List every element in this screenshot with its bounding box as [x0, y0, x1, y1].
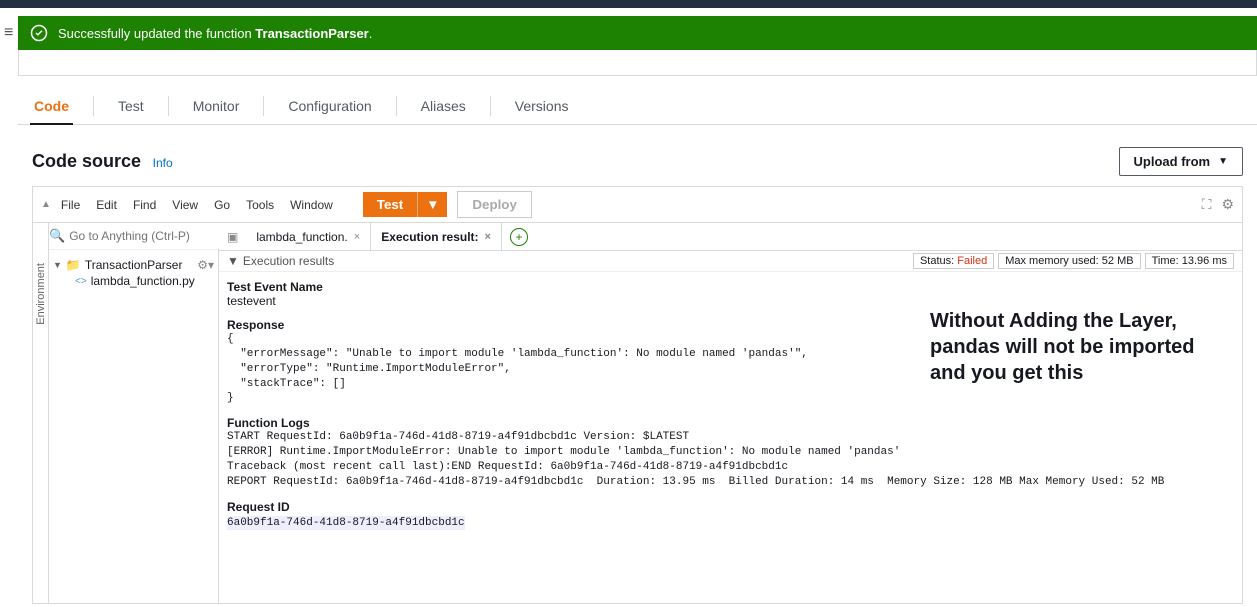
gear-icon[interactable]: ⚙▾	[197, 258, 214, 272]
goto-anything-input[interactable]	[65, 223, 228, 249]
file-tree: 🔍 ▼ 📁 TransactionParser ⚙▾ <> lambda_fun	[49, 223, 219, 603]
tab-test[interactable]: Test	[102, 88, 160, 124]
code-editor: ▲ File Edit Find View Go Tools Window Te…	[32, 186, 1243, 604]
caret-down-icon[interactable]: ▼	[227, 254, 239, 268]
main-tabs: Code Test Monitor Configuration Aliases …	[18, 88, 1257, 125]
fullscreen-icon[interactable]: ⛶	[1202, 196, 1212, 213]
reqid-value: 6a0b9f1a-746d-41d8-8719-a4f91dbcbd1c	[227, 516, 465, 531]
tree-root[interactable]: ▼ 📁 TransactionParser ⚙▾	[53, 256, 214, 274]
logs-body: START RequestId: 6a0b9f1a-746d-41d8-8719…	[227, 430, 1234, 489]
close-icon[interactable]: ×	[354, 231, 360, 243]
hamburger-icon[interactable]: ≡	[4, 24, 13, 42]
tab-configuration[interactable]: Configuration	[272, 88, 387, 124]
file-icon: <>	[75, 276, 87, 287]
reqid-label: Request ID	[227, 500, 1234, 514]
menu-edit[interactable]: Edit	[96, 198, 117, 212]
success-banner: Successfully updated the function Transa…	[18, 16, 1257, 50]
info-link[interactable]: Info	[153, 156, 173, 170]
menu-file[interactable]: File	[61, 198, 80, 212]
test-event-value: testevent	[227, 294, 1234, 308]
tab-list-icon[interactable]: ▣	[219, 230, 246, 244]
panel-top-border	[18, 50, 1257, 76]
test-button[interactable]: Test	[363, 192, 417, 217]
collapse-icon[interactable]: ▲	[41, 199, 51, 210]
menu-go[interactable]: Go	[214, 198, 230, 212]
memory-badge: Max memory used: 52 MB	[998, 253, 1140, 269]
deploy-button[interactable]: Deploy	[457, 191, 531, 218]
time-badge: Time: 13.96 ms	[1145, 253, 1234, 269]
logs-label: Function Logs	[227, 416, 1234, 430]
menu-window[interactable]: Window	[290, 198, 333, 212]
tab-monitor[interactable]: Monitor	[177, 88, 256, 124]
new-tab-button[interactable]: +	[510, 228, 528, 246]
editor-tabs: ▣ lambda_function.× Execution result:× +	[219, 223, 1242, 251]
editor-tab-result[interactable]: Execution result:×	[371, 223, 502, 250]
tab-code[interactable]: Code	[18, 88, 85, 124]
status-badge: Status: Failed	[913, 253, 994, 269]
upload-from-button[interactable]: Upload from▼	[1119, 147, 1243, 176]
banner-text: Successfully updated the function Transa…	[58, 26, 372, 41]
check-circle-icon	[30, 24, 48, 42]
caret-down-icon: ▼	[1218, 156, 1228, 167]
environment-rail[interactable]: Environment	[33, 223, 49, 603]
annotation-overlay: Without Adding the Layer, pandas will no…	[930, 308, 1230, 386]
test-event-label: Test Event Name	[227, 280, 1234, 294]
tab-versions[interactable]: Versions	[499, 88, 585, 124]
editor-tab-file[interactable]: lambda_function.×	[246, 223, 371, 250]
settings-icon[interactable]: ⚙	[1221, 196, 1234, 213]
results-header: ▼ Execution results Status: Failed Max m…	[219, 251, 1242, 272]
tab-aliases[interactable]: Aliases	[405, 88, 482, 124]
menu-find[interactable]: Find	[133, 198, 156, 212]
section-title: Code source	[32, 151, 141, 171]
search-icon[interactable]: 🔍	[49, 228, 65, 244]
folder-icon: 📁	[66, 258, 81, 272]
ide-menubar: ▲ File Edit Find View Go Tools Window Te…	[33, 187, 1242, 223]
menu-tools[interactable]: Tools	[246, 198, 274, 212]
results-body: Test Event Name testevent Response { "er…	[219, 272, 1242, 534]
menu-view[interactable]: View	[172, 198, 198, 212]
test-dropdown[interactable]: ▼	[417, 192, 447, 217]
close-icon[interactable]: ×	[485, 231, 491, 243]
tree-file[interactable]: <> lambda_function.py	[53, 274, 214, 288]
caret-down-icon: ▼	[53, 260, 62, 270]
aws-top-bar	[0, 0, 1257, 8]
